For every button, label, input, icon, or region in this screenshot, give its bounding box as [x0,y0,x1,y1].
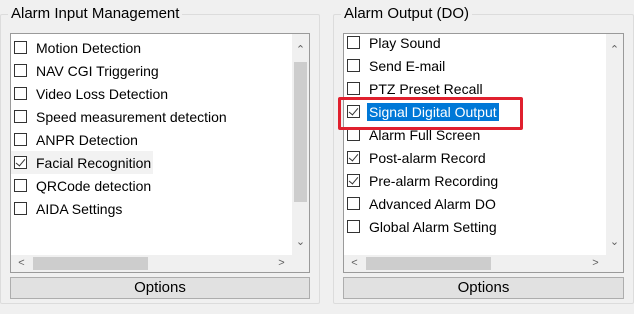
chevron-up-icon[interactable]: ⌃ [292,42,309,59]
checkbox-unchecked[interactable] [347,82,360,95]
list-item[interactable]: Play Sound [344,34,443,54]
scroll-corner [292,255,309,272]
list-item-label: NAV CGI Triggering [36,62,159,79]
checkbox-unchecked[interactable] [347,59,360,72]
list-item-label: Motion Detection [36,39,142,56]
alarm-output-list[interactable]: Play Sound Send E-mail PTZ Preset Recall Si… [343,33,624,273]
checkbox-unchecked[interactable] [14,41,27,54]
list-item[interactable]: Advanced Alarm DO [344,192,498,215]
list-item-label: Post-alarm Record [369,149,486,166]
checkbox-unchecked[interactable] [14,64,27,77]
list-item[interactable]: Facial Recognition [11,151,154,174]
list-item-label: AIDA Settings [36,200,123,217]
list-item[interactable]: ANPR Detection [11,128,140,151]
list-item-label: QRCode detection [36,177,152,194]
chevron-down-icon[interactable]: ⌄ [292,234,309,251]
list-item[interactable]: Send E-mail [344,54,447,77]
horizontal-scrollbar[interactable]: < > [344,255,606,272]
list-item-label: Signal Digital Output [366,101,500,122]
scroll-corner [606,255,623,272]
chevron-left-icon[interactable]: < [13,255,30,272]
checkbox-checked[interactable] [347,151,360,164]
checkbox-unchecked[interactable] [347,36,360,49]
checkbox-unchecked[interactable] [14,110,27,123]
horizontal-scrollbar[interactable]: < > [11,255,292,272]
list-item-label: Send E-mail [369,57,446,74]
list-item-label: Global Alarm Setting [369,218,497,235]
list-item-label: Play Sound [369,34,441,51]
alarm-input-group: Alarm Input Management Motion Detection N… [0,5,320,304]
checkbox-unchecked[interactable] [14,133,27,146]
checkbox-unchecked[interactable] [347,128,360,141]
list-item-label: ANPR Detection [36,131,138,148]
scroll-thumb[interactable] [366,257,491,270]
checkbox-unchecked[interactable] [347,197,360,210]
list-item[interactable]: AIDA Settings [11,197,124,220]
list-item-label: Alarm Full Screen [369,126,481,143]
chevron-right-icon[interactable]: > [273,255,290,272]
list-item[interactable]: NAV CGI Triggering [11,59,161,82]
list-item-label: Advanced Alarm DO [369,195,496,212]
chevron-down-icon[interactable]: ⌄ [606,234,623,251]
list-item[interactable]: Alarm Full Screen [344,123,482,146]
checkbox-unchecked[interactable] [14,87,27,100]
alarm-input-list[interactable]: Motion Detection NAV CGI Triggering Video … [10,33,310,273]
list-item[interactable]: Pre-alarm Recording [344,169,500,192]
input-options-button[interactable]: Options [10,277,310,299]
list-item-label: Pre-alarm Recording [369,172,499,189]
chevron-left-icon[interactable]: < [346,255,363,272]
scroll-thumb[interactable] [294,62,307,202]
alarm-output-title: Alarm Output (DO) [341,5,473,23]
checkbox-unchecked[interactable] [347,220,360,233]
list-item[interactable]: Motion Detection [11,36,143,59]
list-item[interactable]: Speed measurement detection [11,105,229,128]
output-options-button[interactable]: Options [343,277,624,299]
list-item-label: Facial Recognition [36,154,152,171]
list-item-label: Speed measurement detection [36,108,227,125]
list-item[interactable]: Global Alarm Setting [344,215,499,238]
list-item[interactable]: QRCode detection [11,174,153,197]
chevron-up-icon[interactable]: ⌃ [606,42,623,59]
list-item-label: PTZ Preset Recall [369,80,483,97]
list-item[interactable]: Post-alarm Record [344,146,488,169]
scroll-thumb[interactable] [33,257,148,270]
checkbox-checked[interactable] [14,156,27,169]
alarm-input-title: Alarm Input Management [8,5,183,23]
vertical-scrollbar[interactable]: ⌃ ⌄ [606,34,623,255]
list-item[interactable]: PTZ Preset Recall [344,77,485,100]
list-item-label: Video Loss Detection [36,85,169,102]
chevron-right-icon[interactable]: > [587,255,604,272]
list-item[interactable]: Signal Digital Output [344,100,500,123]
checkbox-checked[interactable] [347,105,360,118]
vertical-scrollbar[interactable]: ⌃ ⌄ [292,34,309,255]
checkbox-unchecked[interactable] [14,179,27,192]
checkbox-unchecked[interactable] [14,202,27,215]
list-item[interactable]: Video Loss Detection [11,82,170,105]
checkbox-checked[interactable] [347,174,360,187]
alarm-output-group: Alarm Output (DO) Play Sound Send E-mail P… [333,5,634,304]
